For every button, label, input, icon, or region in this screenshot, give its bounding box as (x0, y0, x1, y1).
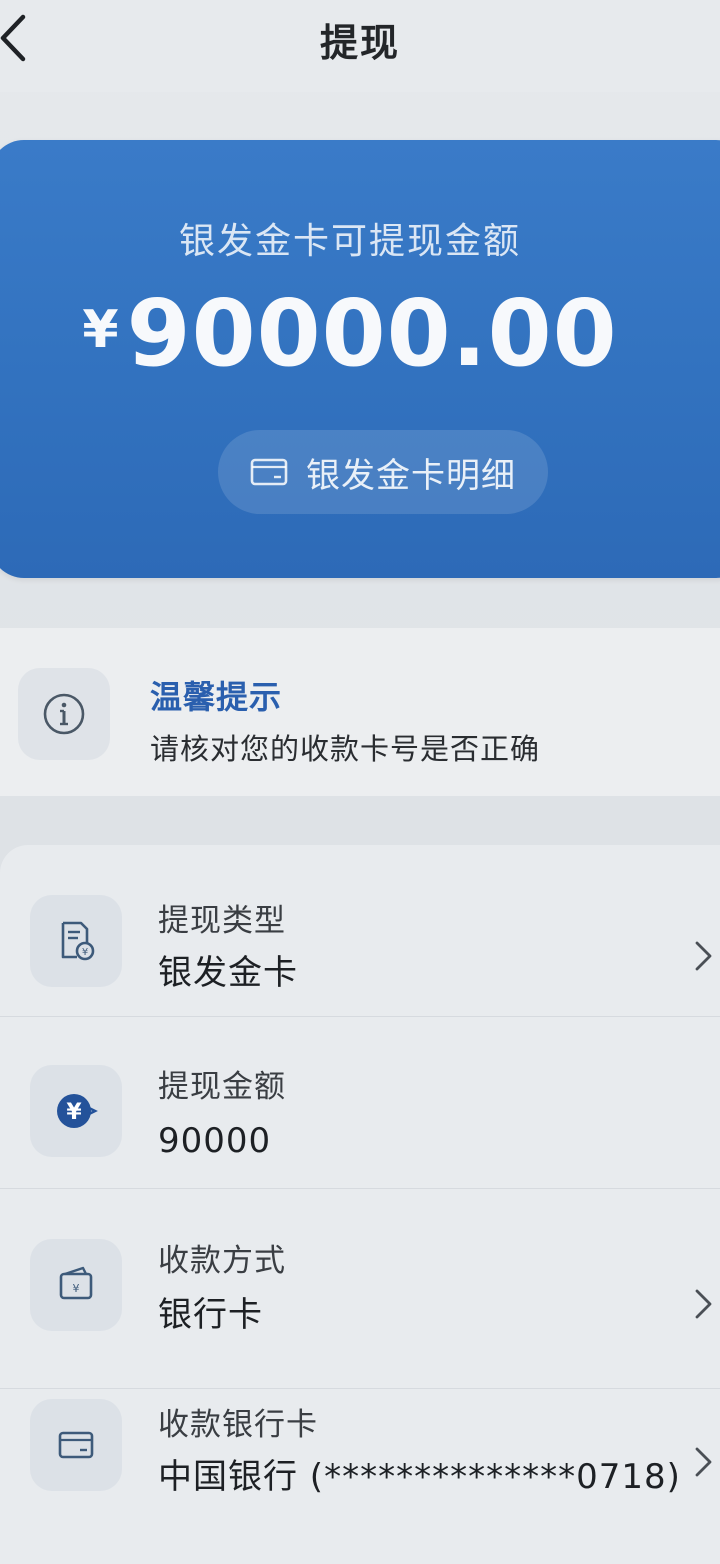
yuan-coin-icon: ¥ (57, 1094, 98, 1128)
chevron-right-icon (695, 941, 712, 971)
receive-method-row[interactable]: ¥ 收款方式 银行卡 (0, 1217, 720, 1389)
receive-card-value: 中国银行 (**************0718) (158, 1457, 681, 1497)
row-icon-box: ¥ (30, 895, 122, 987)
document-coin-icon: ¥ (61, 921, 95, 961)
row-icon-box: ¥ (30, 1065, 122, 1157)
row-icon-box (30, 1399, 122, 1491)
withdraw-amount-value[interactable]: 90000 (158, 1121, 271, 1161)
svg-text:¥: ¥ (73, 1282, 80, 1295)
wallet-icon: ¥ (59, 1266, 93, 1300)
chevron-right-icon (695, 1289, 712, 1319)
row-divider (0, 1188, 720, 1189)
row-icon-box: ¥ (30, 1239, 122, 1331)
tip-title: 温馨提示 (150, 678, 283, 716)
withdraw-amount-row[interactable]: ¥ 提现金额 90000 (0, 1017, 720, 1189)
withdraw-amount-label: 提现金额 (158, 1069, 286, 1105)
card-detail-label: 银发金卡明细 (306, 455, 516, 496)
receive-method-value: 银行卡 (158, 1295, 263, 1335)
withdraw-type-row[interactable]: ¥ 提现类型 银发金卡 (0, 845, 720, 1017)
balance-amount: ¥90000.00 (0, 280, 710, 387)
receive-card-row[interactable]: 收款银行卡 中国银行 (**************0718) (0, 1389, 720, 1561)
tip-text: 请核对您的收款卡号是否正确 (150, 732, 541, 766)
card-icon (250, 458, 288, 486)
withdraw-page: 提现 银发金卡可提现金额 ¥90000.00 银发金卡明细 温馨提示 请核对您的… (0, 0, 720, 1564)
balance-label: 银发金卡可提现金额 (178, 221, 521, 262)
receive-method-label: 收款方式 (158, 1243, 286, 1279)
withdraw-type-value: 银发金卡 (158, 953, 298, 993)
tip-panel: 温馨提示 请核对您的收款卡号是否正确 (0, 628, 720, 796)
info-icon (43, 693, 85, 735)
top-bar: 提现 (0, 0, 720, 92)
amount-value: 90000.00 (126, 280, 618, 387)
tip-icon-box (18, 668, 110, 760)
page-title: 提现 (319, 21, 400, 65)
card-icon (58, 1431, 94, 1459)
withdraw-type-label: 提现类型 (158, 903, 286, 939)
svg-text:¥: ¥ (82, 947, 88, 958)
receive-card-label: 收款银行卡 (158, 1407, 318, 1443)
balance-card: 银发金卡可提现金额 ¥90000.00 银发金卡明细 (0, 140, 720, 578)
withdraw-form: ¥ 提现类型 银发金卡 ¥ 提现金额 90000 ¥ 收款方式 银行卡 收款银行… (0, 845, 720, 1564)
currency-symbol: ¥ (82, 300, 119, 360)
card-detail-button[interactable]: 银发金卡明细 (218, 430, 548, 514)
svg-text:¥: ¥ (66, 1100, 82, 1125)
chevron-right-icon (695, 1447, 712, 1477)
